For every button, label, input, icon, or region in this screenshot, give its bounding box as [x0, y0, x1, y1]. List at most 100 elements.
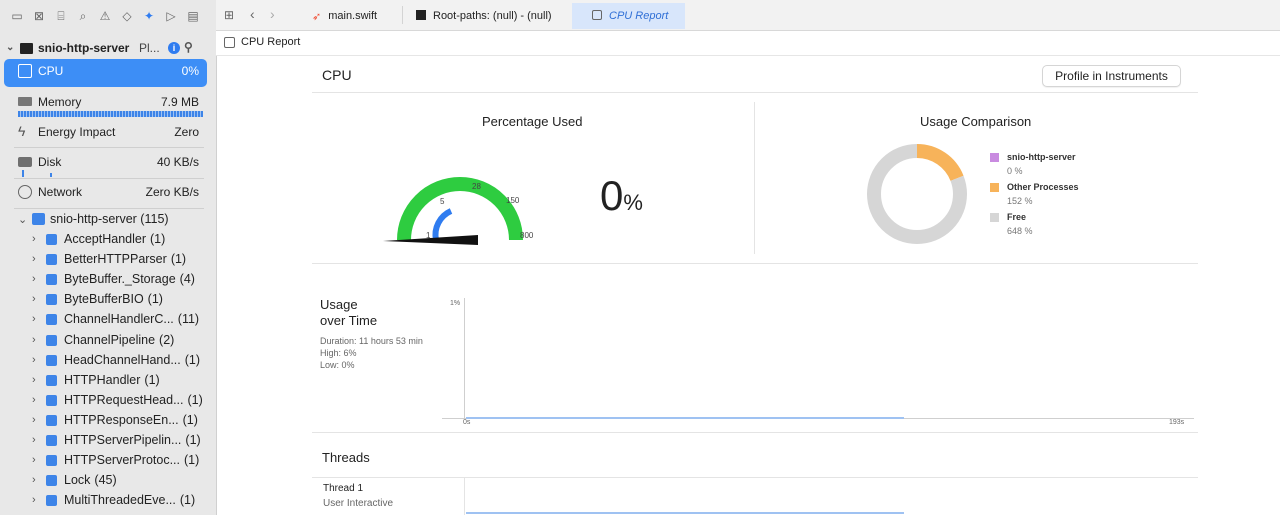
gauge-memory[interactable]: Memory 7.9 MB [4, 90, 207, 118]
disk-activity-mark [22, 170, 24, 177]
class-icon [46, 374, 57, 386]
branch-icon[interactable]: ⚲ [184, 40, 193, 54]
tree-item[interactable]: › MultiThreadedEve... (1) [30, 491, 216, 511]
tree-item-count: (1) [147, 292, 163, 307]
profile-in-instruments-button[interactable]: Profile in Instruments [1042, 65, 1181, 87]
gauge-tick-label: 800 [520, 231, 534, 240]
gauge-label: Network [38, 185, 83, 199]
chevron-right-icon[interactable]: › [32, 253, 42, 265]
chevron-down-icon[interactable]: ⌄ [6, 42, 14, 53]
tree-item[interactable]: › HTTPHandler (1) [30, 371, 216, 391]
chevron-right-icon[interactable]: › [32, 394, 42, 406]
class-icon [46, 495, 57, 507]
chevron-right-icon[interactable]: › [32, 313, 42, 325]
class-icon [46, 314, 57, 326]
y-axis-label: 1% [450, 300, 461, 307]
cpu-value-unit: % [623, 190, 643, 215]
chevron-right-icon[interactable]: › [32, 233, 42, 245]
back-icon[interactable]: ‹ [250, 6, 255, 22]
chevron-right-icon[interactable]: › [32, 494, 42, 506]
tree-item-count: (1) [179, 493, 196, 508]
info-icon[interactable]: i [168, 42, 180, 54]
user-icon [32, 213, 45, 225]
tree-item-name: HTTPHandler [64, 372, 141, 387]
chevron-right-icon[interactable]: › [32, 293, 42, 305]
legend-value: 0 % [1007, 166, 1023, 176]
gauge-network[interactable]: Network Zero KB/s [4, 180, 207, 208]
tree-item-name: HTTPResponseEn... [64, 412, 179, 427]
forward-icon[interactable]: › [270, 6, 275, 22]
memory-icon [18, 97, 32, 106]
class-icon [46, 274, 57, 286]
tab-cpu-report[interactable]: CPU Report [592, 3, 668, 29]
chevron-right-icon[interactable]: › [32, 273, 42, 285]
tab-main-swift[interactable]: ➶ main.swift [312, 3, 377, 29]
chevron-right-icon[interactable]: › [32, 354, 42, 366]
tree-item-count: (1) [170, 252, 187, 267]
tree-item-name: ByteBuffer._Storage [64, 272, 176, 287]
chevron-right-icon[interactable]: › [32, 334, 42, 346]
report-icon[interactable]: ▤ [186, 9, 200, 23]
tree-item-count: (1) [182, 412, 198, 427]
gauge-disk[interactable]: Disk 40 KB/s [4, 150, 207, 178]
chevron-right-icon[interactable]: › [32, 454, 42, 466]
gauge-cpu[interactable]: CPU 0% [4, 59, 207, 87]
tree-item-name: ChannelHandlerC... [64, 312, 174, 327]
percentage-used-title: Percentage Used [482, 114, 583, 129]
bolt-icon: ϟ [18, 123, 26, 139]
tree-item[interactable]: › Lock (45) [30, 471, 216, 491]
y-axis [464, 298, 465, 418]
chevron-down-icon[interactable]: ⌄ [18, 213, 28, 226]
breadcrumb-item[interactable]: CPU Report [241, 36, 300, 48]
tree-item[interactable]: › HeadChannelHand... (1) [30, 351, 216, 371]
gauge-label: CPU [38, 64, 64, 78]
tab-root-paths[interactable]: Root-paths: (null) - (null) [416, 3, 552, 29]
tree-item[interactable]: › BetterHTTPParser (1) [30, 250, 216, 270]
gauge-arc [397, 177, 523, 241]
tree-item[interactable]: › ByteBufferBIO (1) [30, 290, 216, 310]
tree-item-count: (1) [184, 453, 200, 468]
tree-item-count: (1) [184, 352, 201, 367]
gauge-label: Memory [38, 95, 82, 109]
warning-icon[interactable]: ⚠ [98, 9, 112, 23]
title-line: over Time [320, 313, 378, 328]
chevron-right-icon[interactable]: › [32, 474, 42, 486]
cpu-icon [18, 64, 32, 78]
tree-item[interactable]: › AcceptHandler (1) [30, 230, 216, 250]
chevron-right-icon[interactable]: › [32, 414, 42, 426]
usage-line [466, 417, 904, 419]
grid-icon[interactable]: ⊞ [224, 8, 234, 22]
navigator-selector-bar: ▭ ⊠ ⌸ ⌕ ⚠ ◇ ✦ ▷ ▤ [0, 0, 216, 32]
debug-navigator: ▭ ⊠ ⌸ ⌕ ⚠ ◇ ✦ ▷ ▤ ⌄ snio-http-server Pl.… [0, 0, 217, 515]
tree-item[interactable]: › ChannelPipeline (2) [30, 331, 216, 351]
gauge-energy[interactable]: ϟ Energy Impact Zero [4, 120, 207, 148]
tree-item[interactable]: › ChannelHandlerC... (11) [30, 310, 216, 330]
gauge-value: Zero [174, 125, 199, 139]
disk-icon [18, 157, 32, 167]
gauge-label: Energy Impact [38, 125, 116, 139]
chevron-right-icon[interactable]: › [32, 374, 42, 386]
tree-item-name: Lock [64, 473, 91, 488]
tree-root-row[interactable]: ⌄ snio-http-server (115) [16, 210, 202, 230]
folder-icon[interactable]: ▭ [10, 9, 24, 23]
class-icon [46, 414, 57, 426]
gauge-value: 0% [181, 64, 199, 78]
process-row[interactable]: ⌄ snio-http-server Pl... i ⚲ [6, 40, 211, 58]
legend-swatch [990, 213, 999, 222]
tree-item[interactable]: › HTTPServerProtoc... (1) [30, 451, 216, 471]
tree-item-name: ByteBufferBIO [64, 292, 144, 307]
tree-item[interactable]: › HTTPResponseEn... (1) [30, 411, 216, 431]
search-icon[interactable]: ⌕ [76, 9, 90, 23]
tree-item[interactable]: › HTTPRequestHead... (1) [30, 391, 216, 411]
symbol-icon[interactable]: ⌸ [54, 9, 68, 23]
editor-tab-bar: ⊞ ‹ › ➶ main.swift Root-paths: (null) - (… [216, 0, 1280, 31]
tree-item[interactable]: › HTTPServerPipelin... (1) [30, 431, 216, 451]
tree-item[interactable]: › ByteBuffer._Storage (4) [30, 270, 216, 290]
chevron-right-icon[interactable]: › [32, 434, 42, 446]
debug-icon[interactable]: ✦ [142, 9, 156, 23]
tree-item-name: MultiThreadedEve... [64, 493, 176, 508]
test-icon[interactable]: ◇ [120, 9, 134, 23]
source-control-icon[interactable]: ⊠ [32, 9, 46, 23]
breakpoint-icon[interactable]: ▷ [164, 9, 178, 23]
tab-label: main.swift [328, 10, 378, 22]
